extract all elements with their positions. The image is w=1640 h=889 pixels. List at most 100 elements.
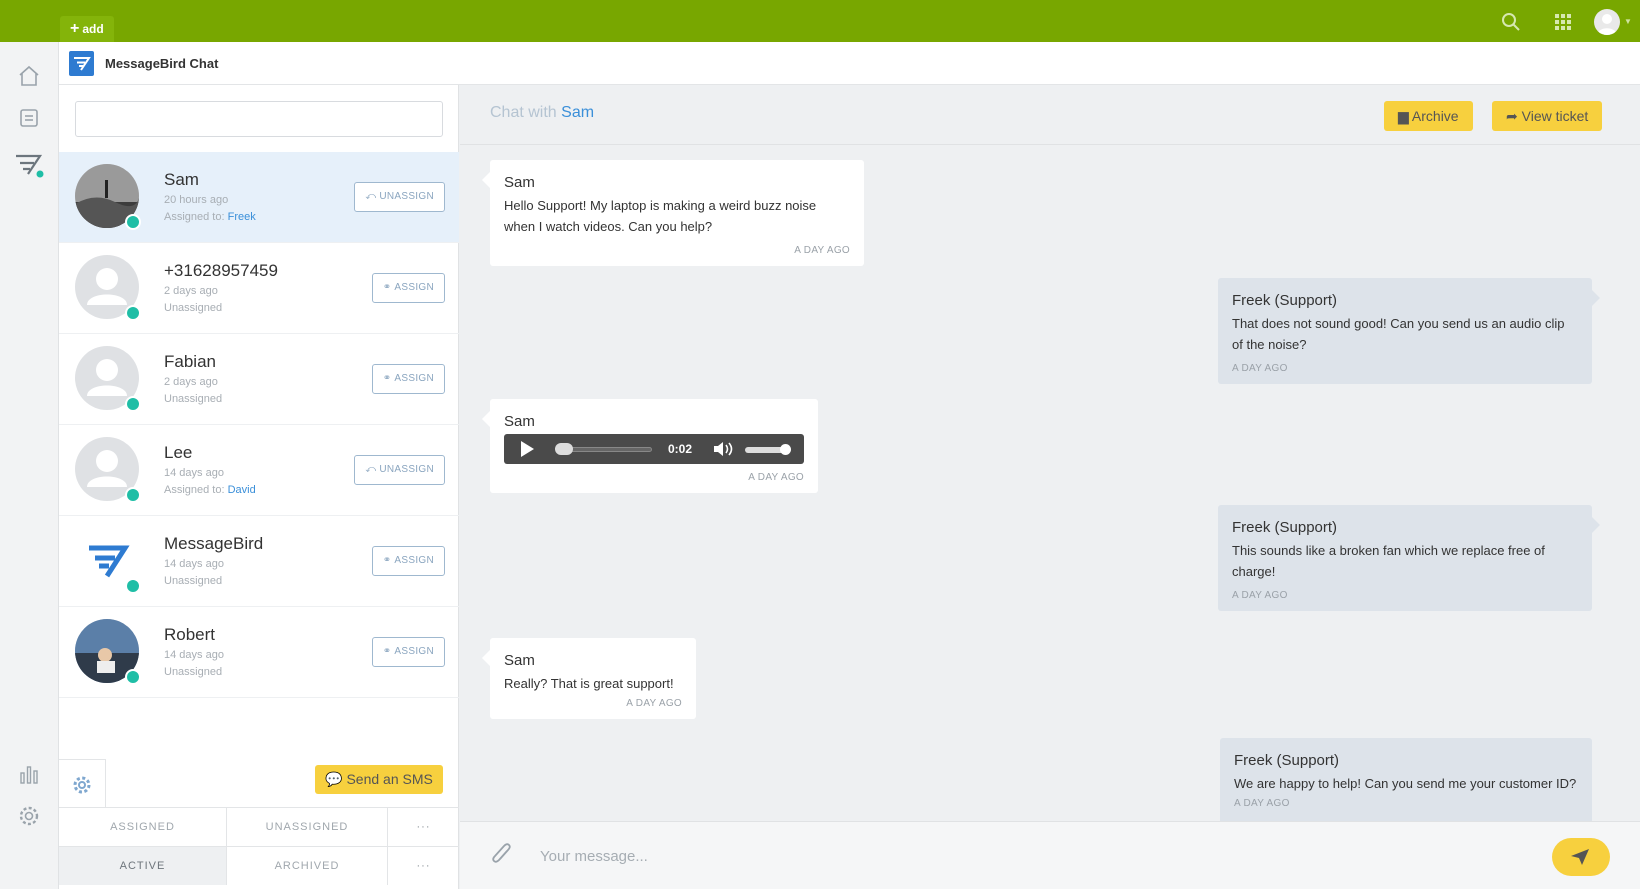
assignment-status: Unassigned [164, 666, 223, 678]
message-author: Freek (Support) [1232, 519, 1338, 536]
message-timestamp: A DAY AGO [794, 245, 850, 256]
contact-name: Sam [164, 170, 199, 189]
view-ticket-button[interactable]: ➦ View ticket [1492, 101, 1603, 131]
assign-button-label: ASSIGN [394, 373, 434, 384]
assign-button[interactable]: ⚭ ASSIGN [371, 637, 445, 667]
filter-assigned[interactable]: ASSIGNED [59, 808, 227, 846]
conversation-item[interactable]: Lee 14 days ago Assigned to: David ⤺ UNAS… [59, 425, 459, 516]
send-sms-button[interactable]: 💬 Send an SMS [315, 765, 443, 794]
message-author: Freek (Support) [1232, 292, 1338, 309]
online-status-dot [125, 396, 141, 412]
share-arrow-icon: ➦ [1506, 108, 1518, 124]
online-status-dot [125, 487, 141, 503]
volume-icon[interactable] [712, 440, 736, 458]
volume-slider[interactable] [745, 447, 785, 453]
last-activity: 14 days ago [164, 467, 224, 479]
grid-icon[interactable] [1552, 11, 1574, 33]
assignment-label: Assigned to: [164, 211, 225, 223]
messagebird-logo [69, 51, 94, 76]
filter-more-button[interactable]: ··· [388, 808, 459, 846]
assign-button-label: ASSIGN [394, 555, 434, 566]
conversation-item[interactable]: MessageBird 14 days ago Unassigned ⚭ ASSI… [59, 516, 459, 607]
link-icon: ⚭ [382, 646, 392, 657]
search-input[interactable] [75, 101, 443, 137]
gear-icon[interactable] [17, 804, 41, 828]
assignment-status: Unassigned [164, 393, 223, 405]
home-icon[interactable] [17, 64, 41, 88]
conversation-item[interactable]: Robert 14 days ago Unassigned ⚭ ASSIGN [59, 607, 459, 698]
assignment-status: Unassigned [164, 575, 223, 587]
notes-icon[interactable] [17, 106, 41, 130]
plus-icon: + [70, 20, 80, 37]
left-nav [0, 42, 59, 889]
volume-handle[interactable] [780, 444, 791, 455]
message-timestamp: A DAY AGO [1234, 798, 1290, 809]
paperclip-icon[interactable] [490, 842, 514, 868]
app-title: MessageBird Chat [105, 56, 219, 71]
contact-name: Robert [164, 625, 216, 644]
send-sms-label: Send an SMS [346, 771, 433, 787]
chat-icon[interactable] [14, 150, 44, 180]
assignee-name[interactable]: David [228, 484, 256, 496]
unassign-button[interactable]: ⤺ UNASSIGN [354, 182, 445, 212]
audio-progress-handle[interactable] [555, 443, 573, 455]
conversation-item[interactable]: +31628957459 2 days ago Unassigned ⚭ ASSI… [59, 243, 459, 334]
speech-bubble-icon: 💬 [325, 771, 343, 787]
message-input[interactable] [540, 844, 1440, 868]
unassign-button-label: UNASSIGN [379, 191, 434, 202]
archive-button-label: Archive [1411, 108, 1459, 124]
unassign-button-label: UNASSIGN [379, 464, 434, 475]
conversation-item[interactable]: Sam 20 hours ago Assigned to: Freek ⤺ UNA… [59, 152, 459, 243]
bar-chart-icon[interactable] [17, 762, 41, 786]
conversation-panel: Sam 20 hours ago Assigned to: Freek ⤺ UNA… [59, 85, 459, 889]
last-activity: 20 hours ago [164, 194, 229, 206]
audio-player: 0:02 [504, 434, 804, 464]
message-text: This sounds like a broken fan which we r… [1232, 543, 1545, 579]
user-avatar[interactable] [1594, 9, 1620, 35]
message-author: Freek (Support) [1234, 752, 1340, 769]
assign-button-label: ASSIGN [394, 282, 434, 293]
conversation-item[interactable]: Fabian 2 days ago Unassigned ⚭ ASSIGN [59, 334, 459, 425]
online-status-dot [125, 214, 141, 230]
online-status-dot [125, 305, 141, 321]
last-activity: 2 days ago [164, 285, 218, 297]
filter-unassigned[interactable]: UNASSIGNED [227, 808, 388, 846]
add-button[interactable]: + add [60, 16, 114, 42]
assignment-filter-row: ASSIGNED UNASSIGNED ··· [59, 807, 459, 846]
send-button[interactable] [1552, 838, 1610, 876]
archive-button[interactable]: ▆ Archive [1384, 101, 1473, 131]
assign-button[interactable]: ⚭ ASSIGN [371, 364, 445, 394]
assignee-name[interactable]: Freek [228, 211, 256, 223]
top-bar: + add ▼ [0, 0, 1640, 42]
status-filter-row: ACTIVE ARCHIVED ··· [59, 846, 459, 885]
user-icon [1597, 14, 1617, 35]
play-icon[interactable] [518, 440, 536, 458]
filter-more-button[interactable]: ··· [388, 847, 459, 885]
unassign-button[interactable]: ⤺ UNASSIGN [354, 455, 445, 485]
link-icon: ⚭ [382, 282, 392, 293]
assign-button[interactable]: ⚭ ASSIGN [371, 546, 445, 576]
message-incoming: Sam Really? That is great support! A DAY… [482, 638, 696, 719]
last-activity: 2 days ago [164, 376, 218, 388]
conversation-list: Sam 20 hours ago Assigned to: Freek ⤺ UNA… [59, 152, 459, 698]
chat-contact-name: Sam [561, 104, 595, 121]
message-incoming: Sam Hello Support! My laptop is making a… [482, 160, 864, 266]
message-timestamp: A DAY AGO [1232, 363, 1288, 374]
last-activity: 14 days ago [164, 649, 224, 661]
contact-name: Fabian [164, 352, 216, 371]
search-icon[interactable] [1500, 11, 1522, 33]
archive-icon: ▆ [1398, 108, 1409, 124]
list-settings-button[interactable] [59, 759, 106, 807]
audio-time: 0:02 [668, 442, 693, 456]
chevron-down-icon[interactable]: ▼ [1624, 17, 1632, 26]
filter-archived[interactable]: ARCHIVED [227, 847, 388, 885]
message-author: Sam [504, 413, 535, 430]
message-outgoing: Freek (Support) That does not sound good… [1218, 278, 1600, 384]
assign-button-label: ASSIGN [394, 646, 434, 657]
filter-active[interactable]: ACTIVE [59, 847, 227, 885]
online-status-dot [125, 669, 141, 685]
assign-button[interactable]: ⚭ ASSIGN [371, 273, 445, 303]
contact-name: +31628957459 [164, 261, 278, 280]
message-text: We are happy to help! Can you send me yo… [1234, 776, 1577, 791]
assignment-label: Assigned to: [164, 484, 225, 496]
